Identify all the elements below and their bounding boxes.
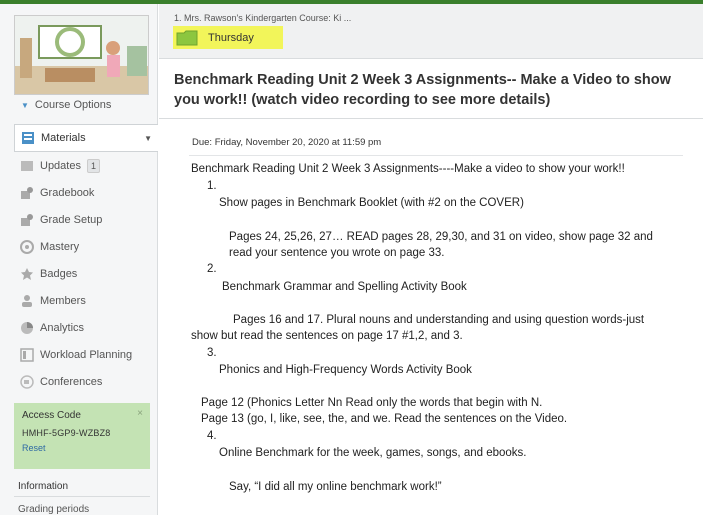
- grading-periods-link[interactable]: Grading periods: [18, 504, 89, 515]
- main-content: 1. Mrs. Rawson's Kindergarten Course: Ki…: [159, 4, 703, 515]
- sidebar-item-badges[interactable]: Badges: [14, 260, 158, 287]
- sidebar-item-label: Updates: [40, 159, 81, 172]
- list-number: 2.: [207, 263, 217, 275]
- information-heading: Information: [18, 481, 69, 492]
- list-number: 1.: [207, 180, 217, 192]
- sidebar-item-label: Members: [40, 294, 86, 307]
- due-date: Due: Friday, November 20, 2020 at 11:59 …: [192, 137, 382, 148]
- list-number: 3.: [207, 347, 217, 359]
- course-sidebar: ▼ Course Options Materials ▼ Updates 1 Gr…: [0, 4, 158, 515]
- sidebar-item-label: Analytics: [40, 321, 85, 334]
- updates-count-badge: 1: [86, 158, 100, 173]
- sidebar-item-grade-setup[interactable]: Grade Setup: [14, 206, 158, 233]
- gradebook-icon: [21, 186, 33, 199]
- mastery-icon: [20, 239, 34, 254]
- sidebar-item-workload-planning[interactable]: Workload Planning: [14, 341, 158, 368]
- description-line: Page 13 (go, I, like, see, the, and we. …: [201, 413, 568, 425]
- updates-icon: [21, 160, 33, 171]
- sidebar-item-members[interactable]: Members: [14, 287, 158, 314]
- close-icon[interactable]: ×: [137, 408, 143, 419]
- description-line: Page 12 (Phonics Letter Nn Read only the…: [201, 397, 543, 409]
- course-banner-image[interactable]: [14, 15, 149, 95]
- sidebar-item-conferences[interactable]: Conferences: [14, 368, 158, 395]
- sidebar-item-gradebook[interactable]: Gradebook: [14, 179, 158, 206]
- caret-down-icon: ▼: [21, 101, 29, 110]
- sidebar-item-materials[interactable]: Materials ▼: [14, 124, 158, 152]
- grade-setup-icon: [21, 213, 33, 226]
- sidebar-menu: Materials ▼ Updates 1 Gradebook Grade Se…: [14, 124, 158, 395]
- breadcrumb: 1. Mrs. Rawson's Kindergarten Course: Ki…: [159, 4, 703, 59]
- sidebar-item-label: Grade Setup: [40, 213, 103, 226]
- course-options-toggle[interactable]: ▼ Course Options: [21, 99, 111, 111]
- analytics-icon: [21, 321, 33, 334]
- list-number: 4.: [207, 430, 217, 442]
- assignment-body: Due: Friday, November 20, 2020 at 11:59 …: [159, 118, 703, 515]
- sidebar-item-label: Gradebook: [40, 186, 95, 199]
- access-code-panel: Access Code × HMHF-5GP9-WZBZ8 Reset: [14, 403, 150, 469]
- breadcrumb-course-link[interactable]: 1. Mrs. Rawson's Kindergarten Course: Ki…: [174, 13, 351, 23]
- access-code-value: HMHF-5GP9-WZBZ8: [22, 428, 111, 438]
- divider: [14, 496, 150, 497]
- sidebar-item-label: Workload Planning: [40, 348, 133, 361]
- description-line: read your sentence you wrote on page 33.: [229, 247, 445, 259]
- chevron-down-icon[interactable]: ▼: [144, 134, 152, 143]
- badge-icon: [21, 267, 33, 280]
- description-line: Benchmark Reading Unit 2 Week 3 Assignme…: [191, 163, 625, 175]
- description-line: Online Benchmark for the week, games, so…: [219, 447, 527, 459]
- folder-icon: [176, 30, 198, 45]
- description-line: Benchmark Grammar and Spelling Activity …: [222, 281, 467, 293]
- sidebar-item-label: Materials: [41, 132, 86, 144]
- reset-access-code-link[interactable]: Reset: [22, 443, 142, 453]
- description-line: Say, “I did all my online benchmark work…: [229, 481, 442, 493]
- page-title: Benchmark Reading Unit 2 Week 3 Assignme…: [174, 72, 671, 108]
- sidebar-item-mastery[interactable]: Mastery: [14, 233, 158, 260]
- access-code-title: Access Code: [22, 410, 81, 421]
- materials-icon: [22, 132, 34, 144]
- members-icon: [22, 294, 32, 307]
- breadcrumb-folder[interactable]: Thursday: [173, 26, 283, 49]
- conferences-icon: [20, 374, 34, 389]
- description-line: Pages 16 and 17. Plural nouns and unders…: [233, 314, 645, 326]
- sidebar-item-label: Mastery: [40, 240, 80, 253]
- divider: [189, 155, 683, 156]
- description-line: show but read the sentences on page 17 #…: [191, 330, 463, 342]
- description-line: Show pages in Benchmark Booklet (with #2…: [219, 197, 524, 209]
- workload-icon: [20, 347, 34, 362]
- sidebar-item-label: Badges: [40, 267, 78, 280]
- sidebar-item-analytics[interactable]: Analytics: [14, 314, 158, 341]
- description-line: Pages 24, 25,26, 27… READ pages 28, 29,3…: [229, 231, 653, 243]
- sidebar-item-updates[interactable]: Updates 1: [14, 152, 158, 179]
- description-line: Phonics and High-Frequency Words Activit…: [219, 364, 472, 376]
- sidebar-item-label: Conferences: [40, 375, 103, 388]
- folder-name: Thursday: [208, 31, 254, 44]
